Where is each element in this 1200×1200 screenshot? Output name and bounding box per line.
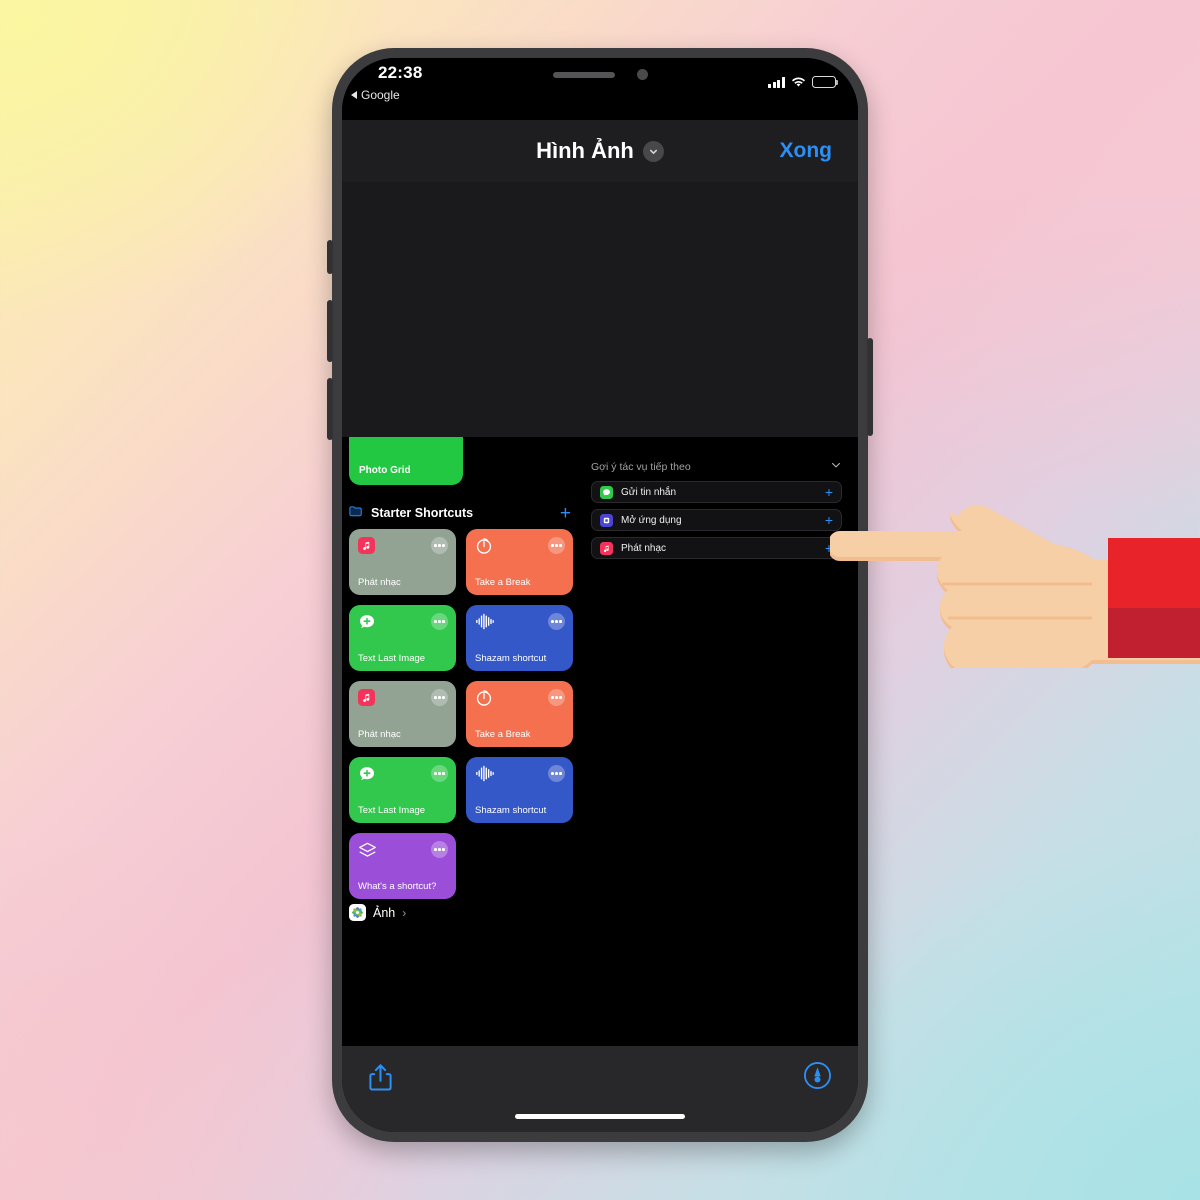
folder-header: Starter Shortcuts + (349, 503, 571, 523)
more-dots-icon[interactable] (431, 689, 448, 706)
layers-icon (358, 842, 377, 863)
status-time: 22:38 (378, 63, 423, 82)
status-indicators (768, 76, 839, 88)
folder-name: Starter Shortcuts (371, 506, 474, 520)
battery-icon (812, 76, 839, 88)
shortcut-name: Text Last Image (358, 652, 426, 664)
back-app-label: Google (361, 88, 400, 102)
page-title: Hình Ảnh (536, 138, 634, 163)
suggestion-row[interactable]: Phát nhạc + (591, 537, 842, 559)
shortcut-name: Take a Break (475, 728, 531, 740)
notch (493, 58, 707, 91)
message-plus-icon (358, 767, 376, 787)
more-dots-icon[interactable] (548, 689, 565, 706)
bottom-toolbar (342, 1046, 858, 1132)
waveform-icon (475, 613, 495, 634)
shortcuts-pane: Photo Grid Starter Shortcuts + Phát nhạc… (342, 437, 579, 932)
more-dots-icon[interactable] (431, 841, 448, 858)
suggestion-label: Mở ứng dụng (621, 514, 682, 526)
more-dots-icon[interactable] (431, 765, 448, 782)
volume-down-button[interactable] (327, 378, 333, 440)
timer-icon (475, 690, 493, 711)
message-plus-icon (358, 615, 376, 635)
suggestions-header[interactable]: Gợi ý tác vụ tiếp theo (591, 458, 842, 476)
more-dots-icon[interactable] (431, 537, 448, 554)
shortcut-name: What's a shortcut? (358, 880, 437, 892)
back-to-app-indicator[interactable]: Google (351, 88, 400, 102)
timer-icon (475, 538, 493, 559)
content-area: Photo Grid Starter Shortcuts + Phát nhạc… (342, 182, 858, 1046)
nav-bar: Hình Ảnh Xong (342, 120, 858, 182)
front-camera-icon (636, 69, 648, 80)
shortcut-name: Take a Break (475, 576, 531, 588)
waveform-icon (475, 765, 495, 786)
apple-music-icon (358, 537, 375, 554)
photo-grid-label: Photo Grid (359, 465, 411, 476)
shortcut-card[interactable]: Shazam shortcut (466, 605, 573, 671)
power-button[interactable] (867, 338, 873, 436)
photos-app-label: Ảnh (373, 905, 396, 920)
shortcut-card[interactable]: Phát nhạc (349, 681, 456, 747)
wifi-icon (791, 77, 806, 88)
shortcut-name: Phát nhạc (358, 728, 401, 740)
suggestions-list: Gửi tin nhắn + Mở ứng dụng + Phát nhạc + (591, 481, 842, 565)
photo-grid-widget[interactable]: Photo Grid (349, 437, 463, 485)
chevron-down-icon[interactable] (642, 140, 664, 162)
suggestions-pane: Gợi ý tác vụ tiếp theo Gửi tin nhắn + Mở ứ… (579, 437, 858, 690)
more-dots-icon[interactable] (431, 613, 448, 630)
shortcut-name: Text Last Image (358, 804, 426, 816)
more-dots-icon[interactable] (548, 537, 565, 554)
shortcut-card[interactable]: Text Last Image (349, 605, 456, 671)
shortcut-name: Shazam shortcut (475, 652, 547, 664)
suggestion-label: Gửi tin nhắn (621, 486, 677, 498)
triangle-left-icon (351, 91, 357, 99)
more-dots-icon[interactable] (548, 613, 565, 630)
phone-screen: 22:38 Google Hình Ảnh Xong Photo Grid St… (342, 58, 858, 1132)
pointing-hand-left-icon (828, 468, 1200, 682)
shortcut-card[interactable]: Text Last Image (349, 757, 456, 823)
shortcut-name: Phát nhạc (358, 576, 401, 588)
shortcut-card[interactable]: Take a Break (466, 529, 573, 595)
earpiece-speaker (552, 71, 615, 78)
shortcut-card[interactable]: What's a shortcut? (349, 833, 456, 899)
share-icon[interactable] (368, 1062, 393, 1098)
more-dots-icon[interactable] (548, 765, 565, 782)
phone-frame: 22:38 Google Hình Ảnh Xong Photo Grid St… (327, 48, 873, 1142)
markup-pen-icon[interactable] (803, 1061, 832, 1095)
shortcut-card[interactable]: Take a Break (466, 681, 573, 747)
photos-app-icon (349, 904, 366, 921)
add-shortcut-button[interactable]: + (560, 504, 571, 523)
shortcut-name: Shazam shortcut (475, 804, 547, 816)
open-app-icon (600, 513, 613, 527)
suggestions-title: Gợi ý tác vụ tiếp theo (591, 461, 691, 473)
shortcut-card[interactable]: Phát nhạc (349, 529, 456, 595)
suggestion-row[interactable]: Gửi tin nhắn + (591, 481, 842, 503)
silent-switch[interactable] (327, 240, 333, 274)
messages-app-icon (600, 485, 613, 499)
photos-app-row[interactable]: Ảnh › (349, 904, 406, 921)
shortcuts-grid: Phát nhạc Take a Break Text Last Image Shaz… (349, 529, 573, 899)
folder-icon (349, 504, 363, 522)
suggestion-label: Phát nhạc (621, 542, 667, 554)
page-title-group[interactable]: Hình Ảnh (536, 138, 664, 164)
volume-up-button[interactable] (327, 300, 333, 362)
cellular-signal-icon (768, 77, 785, 88)
shortcut-card[interactable]: Shazam shortcut (466, 757, 573, 823)
chevron-right-icon: › (402, 905, 407, 920)
music-app-icon (600, 541, 613, 555)
done-button[interactable]: Xong (780, 139, 833, 163)
home-indicator[interactable] (515, 1114, 685, 1119)
suggestion-row[interactable]: Mở ứng dụng + (591, 509, 842, 531)
apple-music-icon (358, 689, 375, 706)
